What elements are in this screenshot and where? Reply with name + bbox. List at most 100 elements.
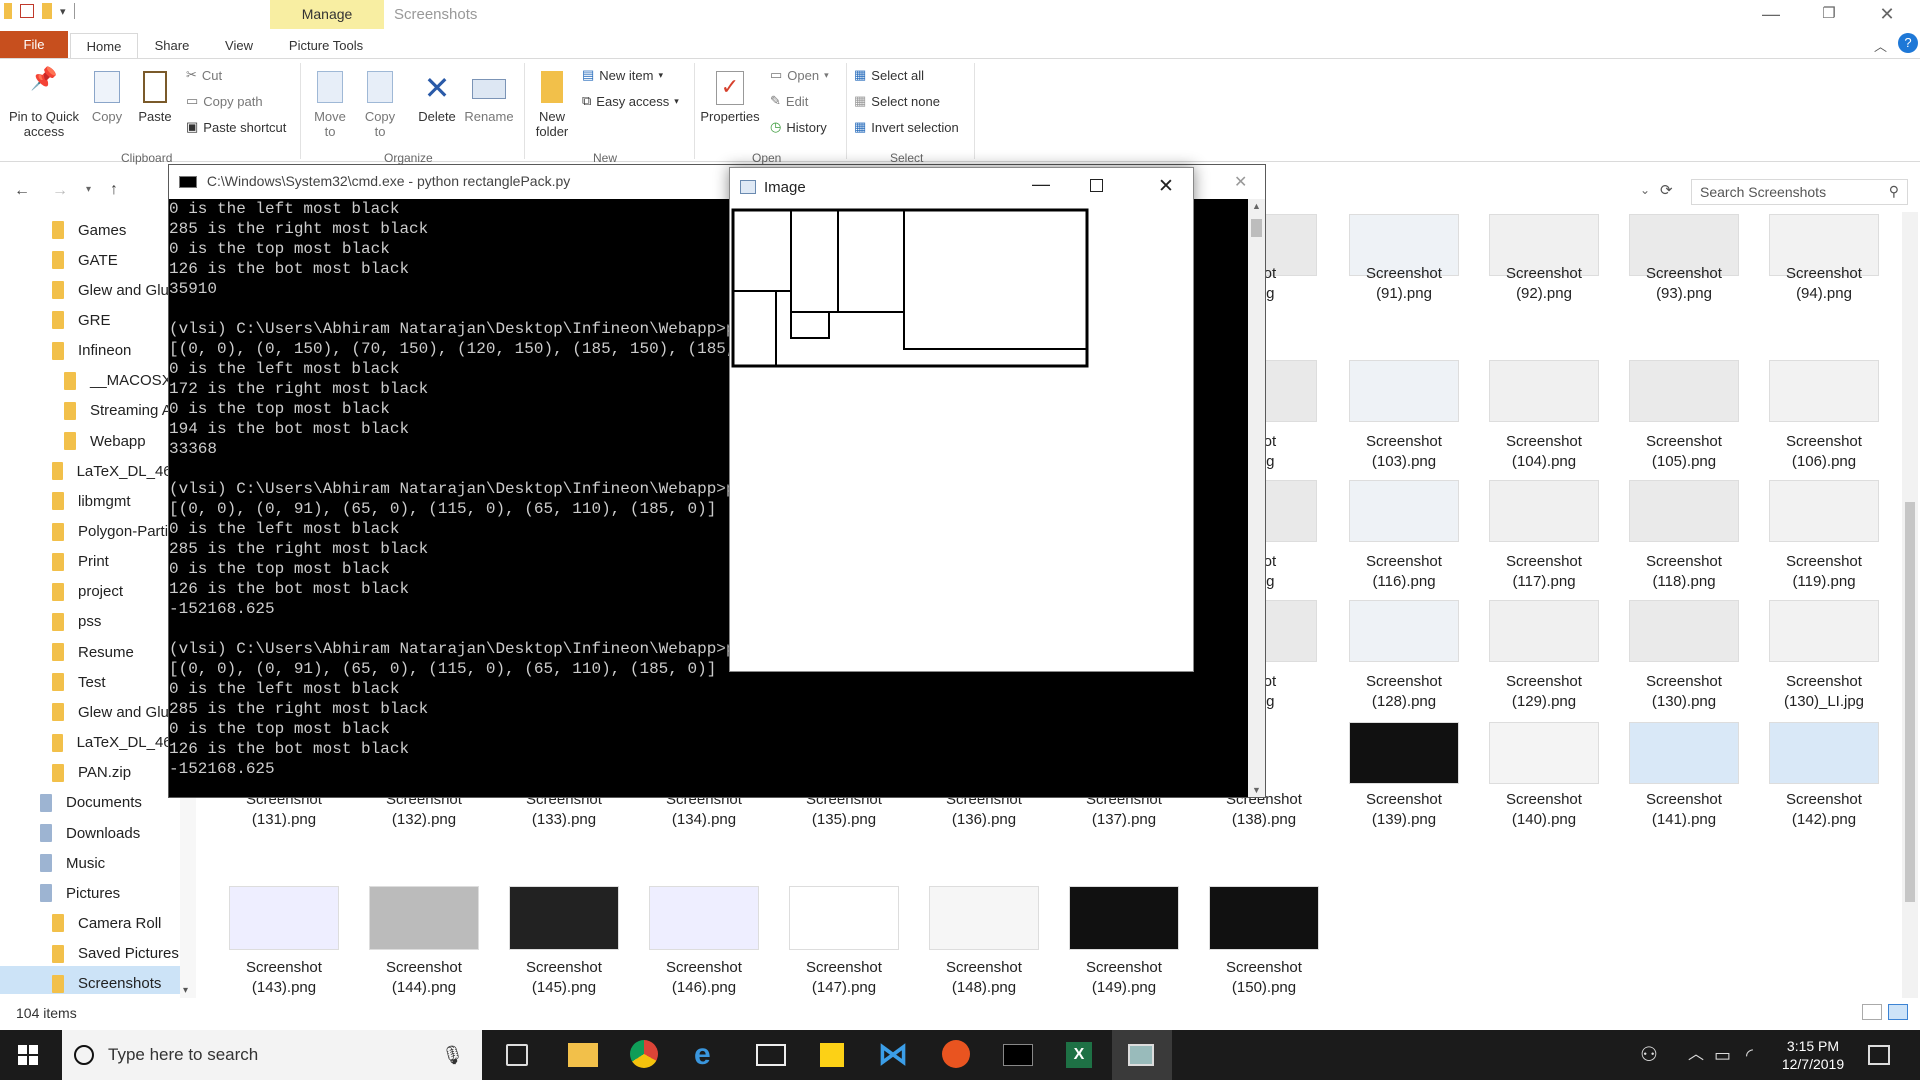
nav-item[interactable]: Polygon-Partit: [52, 518, 180, 546]
copy-to-button[interactable]: Copy to: [358, 71, 402, 139]
file-thumbnail[interactable]: [1769, 480, 1879, 542]
file-name[interactable]: Screenshot (104).png: [1474, 432, 1614, 472]
nav-item[interactable]: Pictures: [40, 879, 180, 907]
nav-item[interactable]: Documents: [40, 789, 180, 817]
nav-item[interactable]: Webapp: [64, 427, 180, 455]
tab-picture-tools[interactable]: Picture Tools: [276, 33, 376, 58]
pin-to-quick-access-button[interactable]: 📌 Pin to Quick access: [4, 68, 84, 140]
file-name[interactable]: Screenshot (106).png: [1754, 432, 1894, 472]
nav-item[interactable]: Infineon: [52, 337, 180, 365]
file-explorer-icon[interactable]: [568, 1043, 598, 1067]
image-viewer-taskbar-icon[interactable]: [1128, 1044, 1154, 1066]
close-button[interactable]: ✕: [1858, 0, 1916, 30]
file-name[interactable]: Screenshot (148).png: [914, 958, 1054, 998]
task-view-icon[interactable]: [506, 1044, 528, 1066]
file-thumbnail[interactable]: [1629, 360, 1739, 422]
people-icon[interactable]: ⚇: [1640, 1040, 1670, 1070]
edit-button[interactable]: ✎ Edit: [770, 93, 808, 109]
copy-button[interactable]: Copy: [84, 71, 130, 124]
file-thumbnail[interactable]: [1349, 480, 1459, 542]
file-name[interactable]: Screenshot (130)_LI.jpg: [1754, 672, 1894, 712]
file-name[interactable]: Screenshot (146).png: [634, 958, 774, 998]
chrome-icon[interactable]: [630, 1040, 658, 1068]
file-name[interactable]: Screenshot (92).png: [1474, 264, 1614, 304]
refresh-icon[interactable]: ⟳: [1660, 181, 1673, 199]
file-name[interactable]: Screenshot (144).png: [354, 958, 494, 998]
nav-item[interactable]: __MACOSX: [64, 367, 180, 395]
maximize-button[interactable]: ❐: [1800, 0, 1858, 30]
details-view-icon[interactable]: [1862, 1004, 1882, 1020]
file-name[interactable]: Screenshot (149).png: [1054, 958, 1194, 998]
select-all-button[interactable]: ▦ Select all: [854, 67, 924, 83]
scroll-down-icon[interactable]: ▼: [1252, 785, 1261, 795]
move-to-button[interactable]: Move to: [308, 71, 352, 139]
microphone-icon[interactable]: 🎙: [441, 1045, 464, 1066]
file-name[interactable]: Screenshot (150).png: [1194, 958, 1334, 998]
scroll-up-icon[interactable]: ▲: [1252, 201, 1261, 211]
history-button[interactable]: ◷ History: [770, 119, 827, 135]
file-name[interactable]: Screenshot (130).png: [1614, 672, 1754, 712]
tab-view[interactable]: View: [214, 33, 264, 58]
select-none-button[interactable]: ▦ Select none: [854, 93, 940, 109]
nav-item[interactable]: LaTeX_DL_468: [52, 729, 180, 757]
manage-contextual-tab[interactable]: Manage: [270, 0, 384, 29]
file-name[interactable]: Screenshot (105).png: [1614, 432, 1754, 472]
vscode-icon[interactable]: ⋈: [878, 1040, 908, 1070]
file-name[interactable]: Screenshot (94).png: [1754, 264, 1894, 304]
file-thumbnail[interactable]: [1489, 722, 1599, 784]
file-name[interactable]: Screenshot (140).png: [1474, 790, 1614, 830]
forward-arrow-icon[interactable]: →: [52, 182, 68, 200]
file-thumbnail[interactable]: [1629, 722, 1739, 784]
notifications-icon[interactable]: [1868, 1045, 1890, 1065]
easy-access-button[interactable]: ⧉ Easy access ▾: [582, 93, 679, 109]
file-thumbnail[interactable]: [1629, 600, 1739, 662]
cmd-close-icon[interactable]: ✕: [1234, 172, 1247, 192]
nav-item[interactable]: Glew and Glut: [52, 276, 180, 304]
back-arrow-icon[interactable]: ←: [14, 182, 30, 200]
search-input[interactable]: Search Screenshots ⚲: [1691, 179, 1908, 205]
file-name[interactable]: Screenshot (118).png: [1614, 552, 1754, 592]
nav-item[interactable]: Print: [52, 548, 180, 576]
file-name[interactable]: Screenshot (145).png: [494, 958, 634, 998]
invert-selection-button[interactable]: ▦ Invert selection: [854, 119, 959, 135]
file-name[interactable]: Screenshot (93).png: [1614, 264, 1754, 304]
scroll-thumb[interactable]: [1905, 502, 1915, 902]
file-name[interactable]: Screenshot (117).png: [1474, 552, 1614, 592]
recent-locations-icon[interactable]: ▾: [86, 184, 91, 195]
properties-button[interactable]: ✓ Properties: [698, 71, 762, 124]
nav-item[interactable]: Screenshots: [52, 970, 180, 998]
nav-item[interactable]: pss: [52, 608, 180, 636]
nav-item[interactable]: GRE: [52, 306, 180, 334]
mail-icon[interactable]: [756, 1044, 786, 1066]
help-icon[interactable]: ?: [1898, 33, 1918, 53]
nav-item[interactable]: Downloads: [40, 819, 180, 847]
file-name[interactable]: Screenshot (143).png: [214, 958, 354, 998]
nav-item[interactable]: Glew and Glut: [52, 698, 180, 726]
tab-file[interactable]: File: [0, 31, 68, 59]
file-name[interactable]: Screenshot (141).png: [1614, 790, 1754, 830]
tab-share[interactable]: Share: [146, 33, 198, 58]
file-thumbnail[interactable]: [1209, 886, 1319, 950]
nav-item[interactable]: Streaming A: [64, 397, 180, 425]
battery-icon[interactable]: ▭: [1714, 1040, 1744, 1070]
file-thumbnail[interactable]: [1629, 480, 1739, 542]
file-name[interactable]: Screenshot (139).png: [1334, 790, 1474, 830]
delete-button[interactable]: ✕ Delete: [414, 71, 460, 124]
file-thumbnail[interactable]: [929, 886, 1039, 950]
image-window[interactable]: Image — ✕: [729, 167, 1194, 672]
properties-icon[interactable]: [20, 4, 34, 18]
nav-item[interactable]: PAN.zip: [52, 759, 180, 787]
file-name[interactable]: Screenshot (116).png: [1334, 552, 1474, 592]
cut-button[interactable]: ✂ Cut: [186, 67, 222, 83]
image-title-bar[interactable]: Image — ✕: [730, 168, 1193, 208]
customize-toolbar-icon[interactable]: ▾: [60, 5, 66, 18]
file-thumbnail[interactable]: [1489, 360, 1599, 422]
file-thumbnail[interactable]: [789, 886, 899, 950]
file-thumbnail[interactable]: [369, 886, 479, 950]
taskbar-search-input[interactable]: Type here to search 🎙: [62, 1030, 482, 1080]
cmd-taskbar-icon[interactable]: [1003, 1044, 1033, 1066]
file-name[interactable]: Screenshot (119).png: [1754, 552, 1894, 592]
file-thumbnail[interactable]: [1489, 480, 1599, 542]
file-thumbnail[interactable]: [509, 886, 619, 950]
file-name[interactable]: Screenshot (128).png: [1334, 672, 1474, 712]
